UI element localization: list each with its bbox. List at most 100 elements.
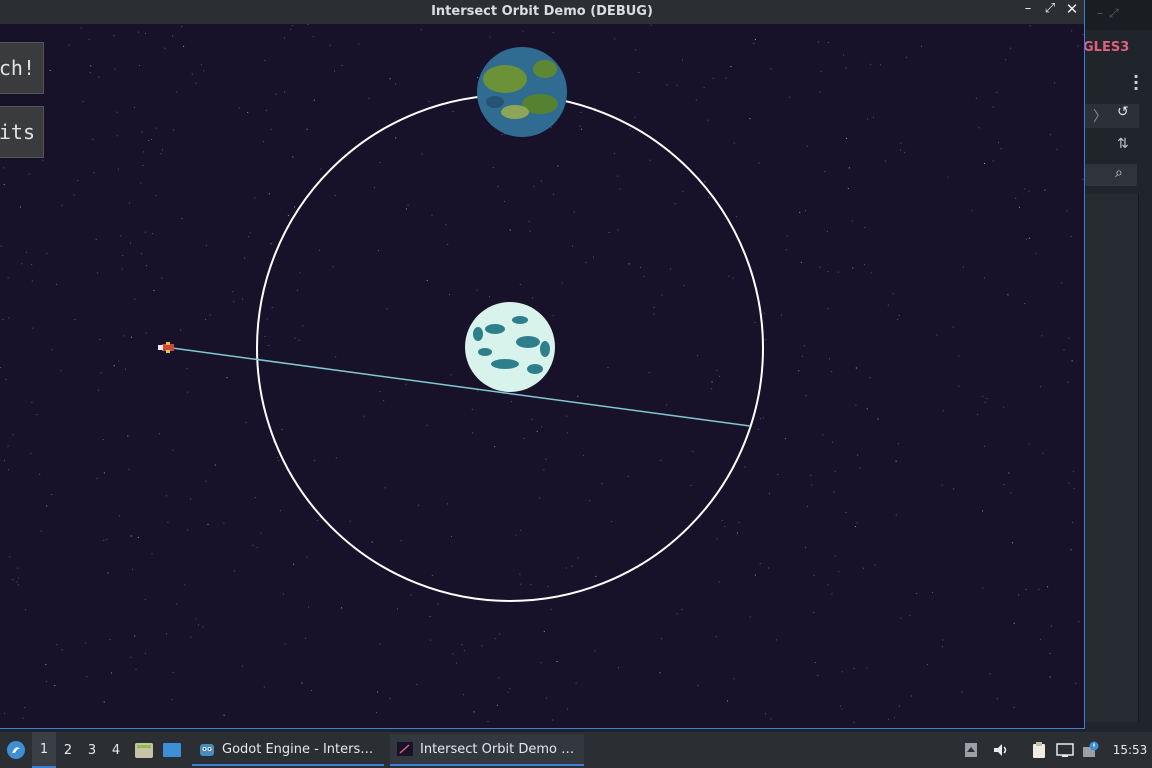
star — [378, 250, 379, 251]
star — [17, 584, 19, 586]
star — [703, 87, 705, 89]
chevron-right-icon[interactable]: 〉 — [1093, 106, 1107, 126]
renderer-label[interactable]: GLES3 — [1083, 40, 1129, 55]
tune-icon[interactable]: ⇅ — [1117, 136, 1129, 152]
star — [1018, 594, 1019, 596]
star — [653, 313, 655, 315]
rocket-ship[interactable] — [158, 342, 174, 353]
star — [5, 379, 7, 380]
star — [543, 630, 545, 632]
kebab-icon[interactable]: · · · — [1133, 69, 1139, 97]
task-godot-engine[interactable]: Godot Engine - Inters… — [192, 734, 384, 766]
task-intersect-orbit-demo[interactable]: Intersect Orbit Demo … — [390, 734, 584, 766]
star — [982, 395, 984, 397]
star — [900, 149, 901, 151]
star — [266, 318, 268, 320]
star — [1008, 472, 1010, 474]
show-desktop-icon[interactable] — [160, 732, 184, 768]
star — [827, 271, 829, 273]
star — [566, 415, 568, 417]
star — [242, 298, 243, 300]
star — [1066, 210, 1068, 212]
star — [416, 683, 418, 685]
star — [117, 168, 119, 170]
star — [759, 418, 761, 420]
star — [294, 206, 296, 208]
star — [682, 190, 684, 192]
star — [54, 685, 56, 687]
star — [100, 372, 102, 374]
star — [31, 280, 33, 282]
star — [961, 691, 963, 693]
game-window-icon — [397, 742, 413, 756]
star — [749, 118, 751, 120]
star — [60, 370, 62, 372]
game-window: Intersect Orbit Demo (DEBUG) – ⤢ ✕ ch! i… — [0, 0, 1085, 729]
star — [507, 691, 509, 693]
workspace-2[interactable]: 2 — [56, 732, 80, 768]
star — [567, 708, 569, 710]
star — [738, 521, 740, 523]
star — [765, 339, 767, 341]
star — [190, 498, 192, 500]
filter-input[interactable]: ⌕ — [1085, 164, 1137, 186]
star — [473, 711, 475, 713]
star — [284, 643, 286, 645]
star — [543, 469, 545, 471]
star — [125, 368, 126, 370]
star — [341, 65, 343, 66]
star — [284, 37, 285, 39]
star — [877, 418, 879, 420]
volume-icon[interactable] — [990, 732, 1012, 768]
star — [377, 691, 378, 693]
star — [898, 315, 900, 316]
star — [31, 401, 33, 403]
star — [906, 56, 908, 58]
minimize-button[interactable]: – — [1018, 0, 1038, 22]
notification-icon[interactable] — [1080, 732, 1102, 768]
star — [46, 505, 48, 507]
star — [1000, 148, 1002, 150]
clock[interactable]: 15:53 — [1110, 732, 1150, 768]
game-viewport[interactable]: Launch! Credits — [0, 24, 1084, 728]
window-titlebar[interactable]: Intersect Orbit Demo (DEBUG) – ⤢ ✕ — [0, 0, 1084, 24]
network-icon[interactable] — [1054, 732, 1076, 768]
star — [854, 526, 856, 528]
workspace-3[interactable]: 3 — [80, 732, 104, 768]
star — [1050, 134, 1052, 136]
star — [1063, 349, 1065, 351]
star — [85, 642, 87, 644]
star — [904, 151, 906, 153]
star — [1067, 381, 1069, 383]
star — [103, 472, 105, 474]
start-menu-icon[interactable] — [4, 732, 28, 768]
star — [983, 445, 985, 447]
star — [813, 612, 815, 613]
launch-button[interactable]: Launch! — [0, 42, 44, 94]
file-manager-icon[interactable] — [132, 732, 156, 768]
star — [820, 70, 822, 72]
star — [122, 255, 124, 256]
star — [19, 206, 21, 208]
star — [1024, 303, 1026, 305]
godot-editor-background: –⤢ GLES3 · · · 〉 ↺ ⇅ ⌕ — [1083, 0, 1152, 732]
star — [862, 567, 864, 569]
star — [498, 677, 500, 679]
star — [316, 520, 318, 521]
star — [1073, 487, 1075, 489]
workspace-1[interactable]: 1 — [32, 732, 56, 768]
star — [349, 520, 351, 522]
editor-window-controls: –⤢ — [1097, 6, 1125, 20]
tray-expand-icon[interactable] — [962, 732, 980, 768]
credits-button[interactable]: Credits — [0, 106, 44, 158]
close-button[interactable]: ✕ — [1062, 0, 1082, 22]
star — [12, 579, 14, 581]
star — [1041, 335, 1043, 337]
maximize-button[interactable]: ⤢ — [1040, 0, 1060, 22]
star — [1010, 492, 1012, 494]
workspace-4[interactable]: 4 — [104, 732, 128, 768]
star — [268, 345, 270, 346]
clipboard-icon[interactable] — [1028, 732, 1050, 768]
history-icon[interactable]: ↺ — [1117, 104, 1129, 120]
star — [130, 242, 131, 244]
